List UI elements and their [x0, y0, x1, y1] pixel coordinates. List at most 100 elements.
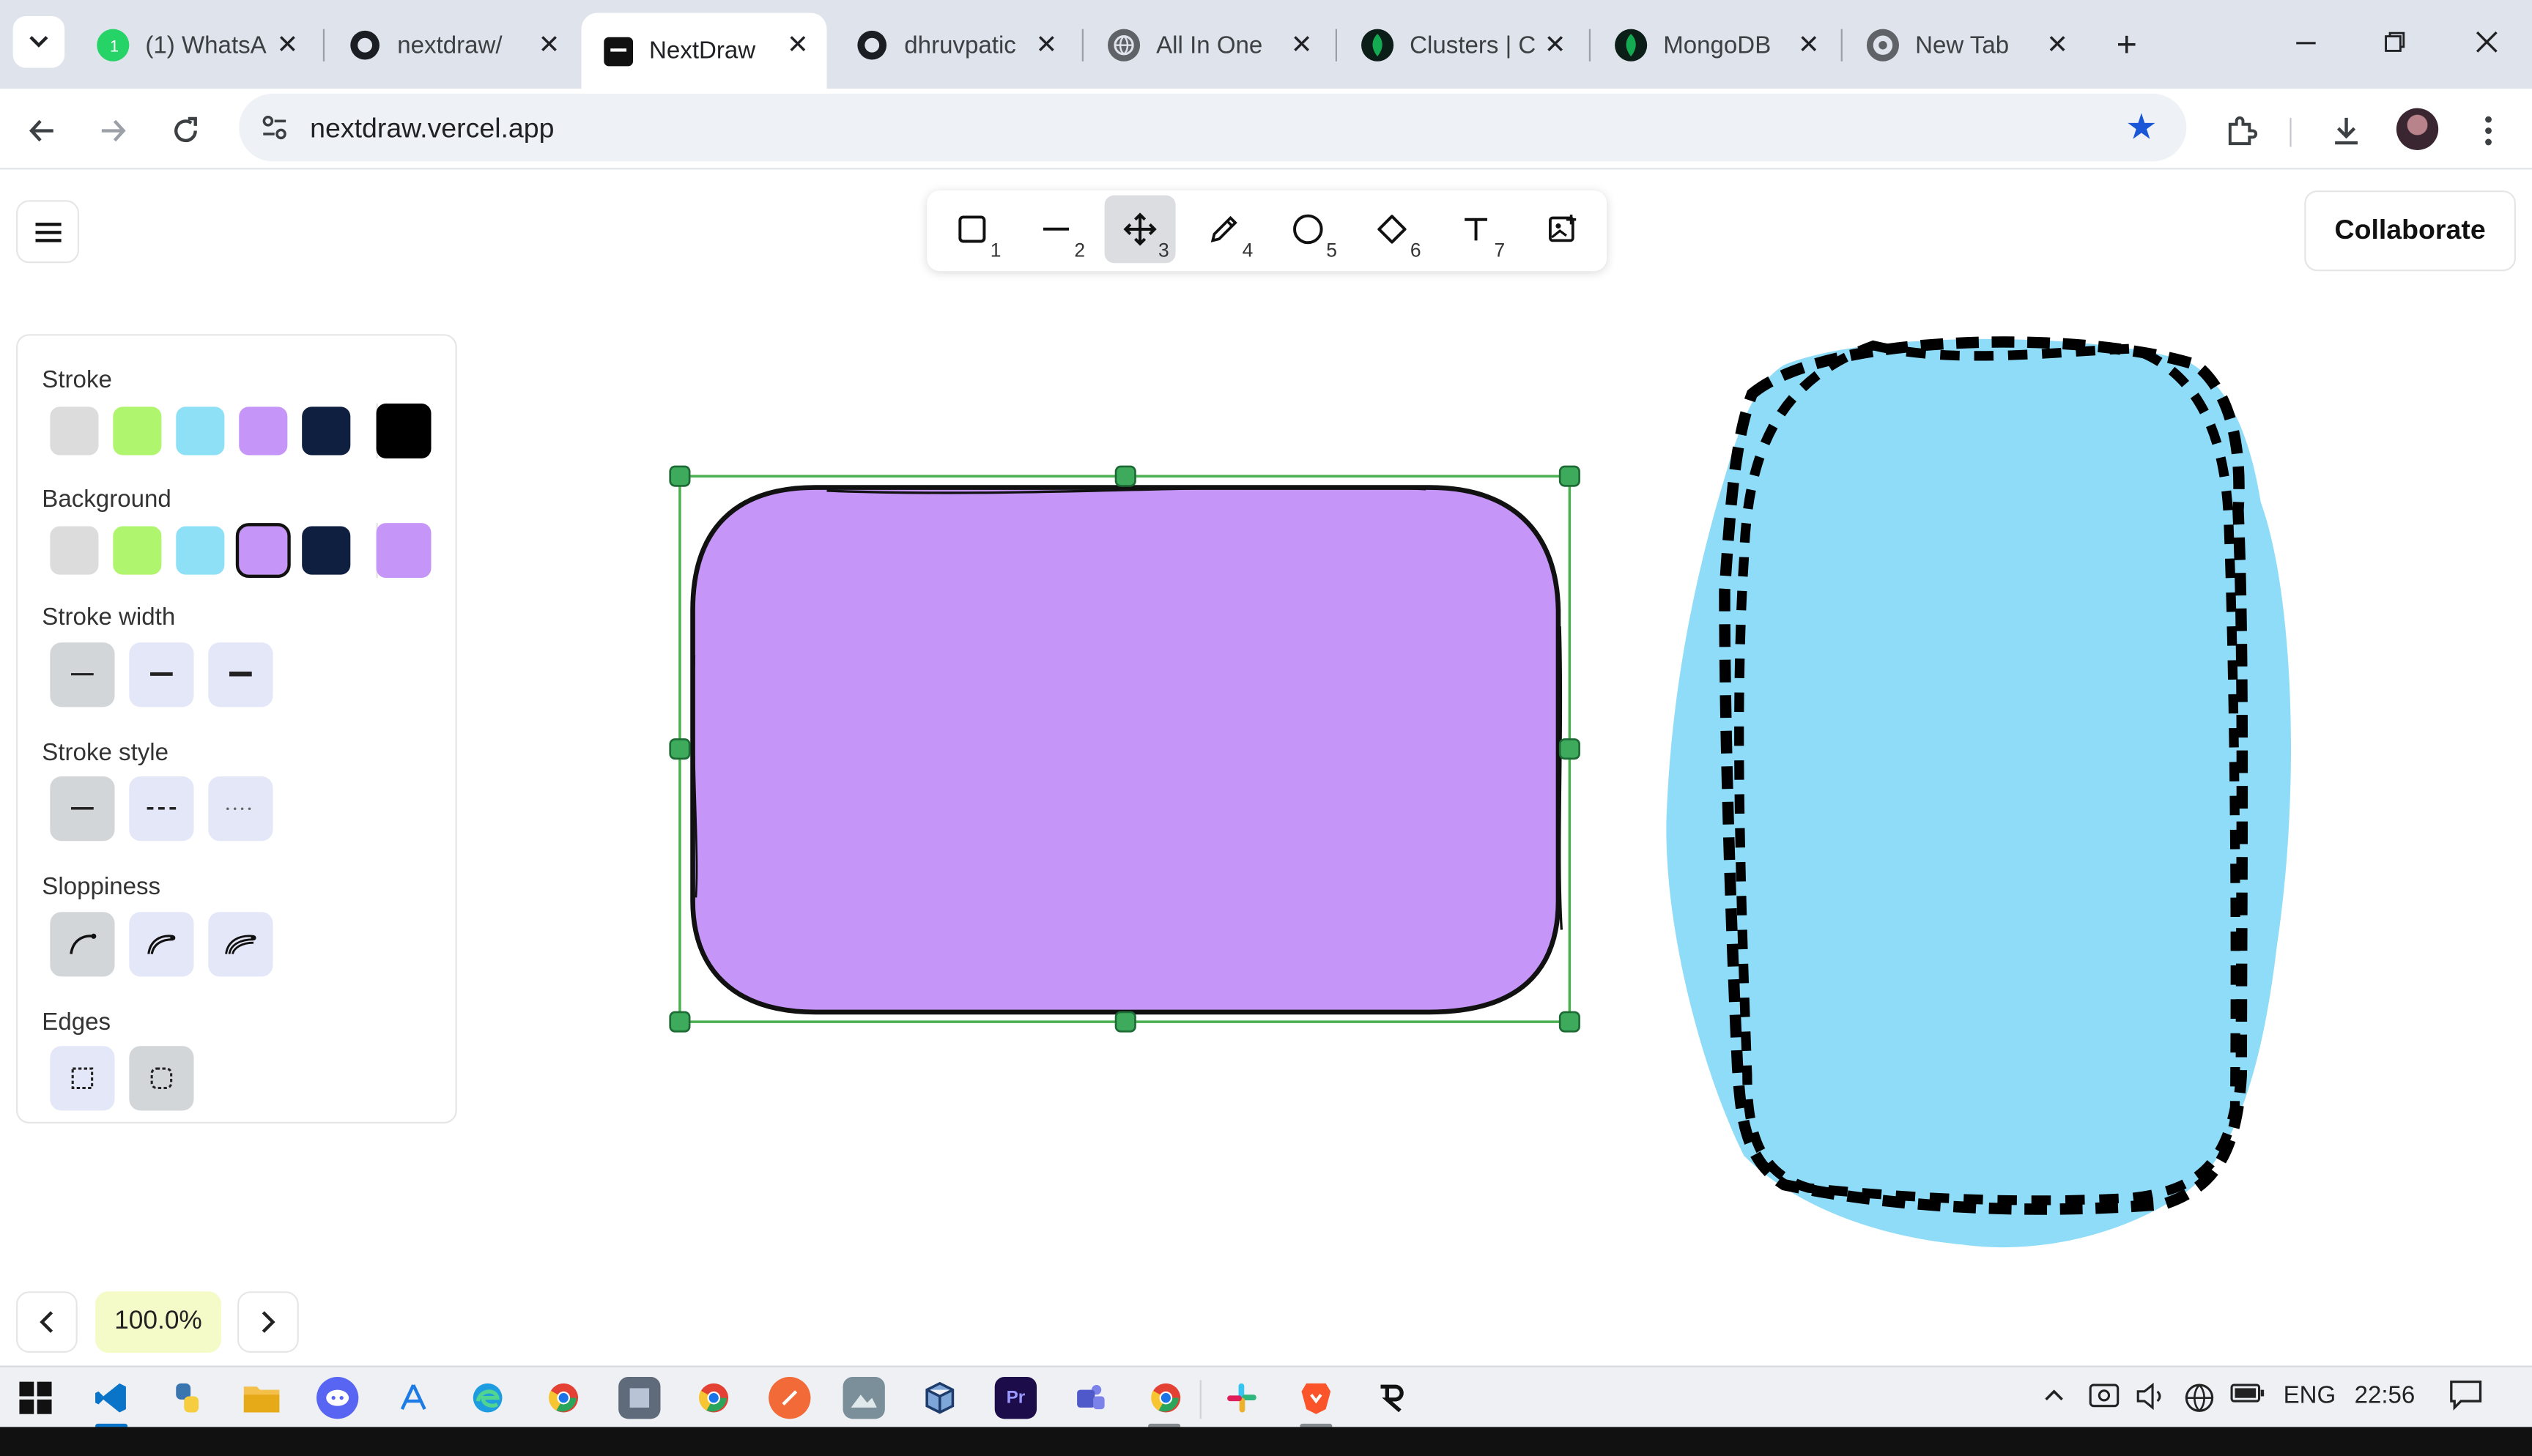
- windows-start-icon[interactable]: [15, 1377, 56, 1419]
- resize-handle-ne[interactable]: [1558, 465, 1580, 487]
- tool-pencil[interactable]: 4: [1188, 196, 1259, 264]
- replit-icon[interactable]: [1371, 1377, 1413, 1419]
- resize-handle-se[interactable]: [1558, 1011, 1580, 1033]
- restore-button[interactable]: [2359, 16, 2430, 68]
- zoom-level[interactable]: 100.0%: [95, 1291, 221, 1353]
- zoom-in-button[interactable]: [237, 1291, 299, 1353]
- tab-clusters[interactable]: Clusters | C ✕: [1339, 13, 1584, 78]
- edges-round[interactable]: [129, 1046, 194, 1111]
- background-color-swatch[interactable]: [302, 526, 351, 575]
- photos-icon[interactable]: [843, 1377, 885, 1419]
- battery-icon[interactable]: [2230, 1382, 2265, 1411]
- close-icon[interactable]: ✕: [2041, 29, 2073, 62]
- stroke-color-swatch[interactable]: [113, 406, 162, 456]
- sloppiness-architect[interactable]: [50, 912, 115, 977]
- tab-github-dhruvpatic[interactable]: dhruvpatic ✕: [833, 13, 1076, 78]
- stroke-color-swatch[interactable]: [50, 406, 99, 456]
- slack-icon[interactable]: [1221, 1377, 1262, 1419]
- url-text[interactable]: nextdraw.vercel.app: [310, 113, 554, 145]
- site-settings-icon[interactable]: [259, 111, 291, 144]
- browser-menu-button[interactable]: [2462, 105, 2514, 157]
- tray-overflow-icon[interactable]: [2043, 1382, 2065, 1409]
- discord-icon[interactable]: [316, 1377, 359, 1419]
- background-color-swatch[interactable]: [50, 526, 99, 575]
- resize-handle-sw[interactable]: [669, 1011, 691, 1033]
- chrome-icon[interactable]: [543, 1377, 585, 1419]
- background-color-swatch[interactable]: [235, 523, 291, 579]
- file-explorer-icon[interactable]: [240, 1377, 282, 1419]
- close-icon[interactable]: ✕: [782, 29, 814, 62]
- close-icon[interactable]: ✕: [1285, 29, 1317, 62]
- tab-nextdraw[interactable]: NextDraw ✕: [581, 12, 827, 89]
- tool-circle[interactable]: 5: [1273, 196, 1344, 264]
- minimize-button[interactable]: [2270, 16, 2342, 68]
- resize-handle-n[interactable]: [1114, 465, 1136, 487]
- tool-move[interactable]: 3: [1104, 195, 1176, 264]
- close-icon[interactable]: ✕: [533, 29, 565, 62]
- premiere-pro-icon[interactable]: Pr: [994, 1377, 1037, 1419]
- chrome-icon-2[interactable]: [693, 1377, 735, 1419]
- stroke-width-medium[interactable]: [129, 642, 194, 707]
- new-tab-button[interactable]: +: [2104, 23, 2150, 68]
- stroke-style-dotted[interactable]: [208, 776, 273, 842]
- tool-image[interactable]: [1528, 196, 1599, 264]
- tab-all-in-one[interactable]: All In One ✕: [1085, 13, 1330, 78]
- resize-handle-e[interactable]: [1558, 738, 1580, 760]
- blob-fill-shape[interactable]: [1666, 338, 2292, 1248]
- downloads-button[interactable]: [2320, 105, 2372, 157]
- stroke-width-thick[interactable]: [208, 642, 273, 707]
- main-menu-button[interactable]: [16, 200, 80, 264]
- edges-sharp[interactable]: [50, 1046, 115, 1111]
- volume-icon[interactable]: [2135, 1382, 2167, 1417]
- sloppiness-artist[interactable]: [129, 912, 194, 977]
- address-bar[interactable]: nextdraw.vercel.app ★: [239, 93, 2187, 162]
- tab-github-nextdraw[interactable]: nextdraw/ ✕: [326, 13, 578, 78]
- 3d-box-icon[interactable]: [919, 1377, 960, 1419]
- zoom-out-button[interactable]: [16, 1291, 78, 1353]
- tool-line[interactable]: 2: [1021, 196, 1092, 264]
- postman-icon[interactable]: [769, 1377, 811, 1419]
- back-button[interactable]: [16, 105, 68, 157]
- python-icon[interactable]: [166, 1377, 208, 1419]
- resize-handle-w[interactable]: [669, 738, 691, 760]
- stroke-style-dashed[interactable]: [129, 776, 194, 842]
- edge-icon[interactable]: [467, 1377, 508, 1419]
- brave-icon[interactable]: [1295, 1377, 1337, 1419]
- close-icon[interactable]: ✕: [1539, 29, 1572, 62]
- profile-avatar[interactable]: [2396, 108, 2439, 150]
- tool-text[interactable]: 7: [1440, 196, 1511, 264]
- stroke-style-solid[interactable]: [50, 776, 115, 842]
- app-store-icon[interactable]: [393, 1377, 434, 1419]
- bookmark-star-icon[interactable]: ★: [2125, 106, 2157, 148]
- background-color-swatch[interactable]: [176, 526, 225, 575]
- vscode-icon[interactable]: [90, 1377, 132, 1419]
- virtualbox-icon[interactable]: [618, 1377, 661, 1419]
- tool-diamond[interactable]: 6: [1356, 196, 1427, 264]
- close-icon[interactable]: ✕: [271, 29, 303, 62]
- sloppiness-cartoonist[interactable]: [208, 912, 273, 977]
- rectangle-shape[interactable]: [690, 485, 1561, 1015]
- stroke-color-swatch[interactable]: [239, 406, 288, 456]
- reload-button[interactable]: [160, 105, 212, 157]
- resize-handle-nw[interactable]: [669, 465, 691, 487]
- teams-icon[interactable]: [1069, 1377, 1111, 1419]
- network-globe-icon[interactable]: [2183, 1382, 2216, 1421]
- tab-mongodb[interactable]: MongoDB ✕: [1592, 13, 1837, 78]
- close-window-button[interactable]: [2451, 16, 2522, 68]
- tab-whatsapp[interactable]: 1 (1) WhatsA ✕: [74, 13, 316, 78]
- tool-rectangle[interactable]: 1: [936, 196, 1007, 264]
- forward-button[interactable]: [87, 105, 139, 157]
- collaborate-button[interactable]: Collaborate: [2304, 190, 2516, 272]
- chrome-active-icon[interactable]: [1145, 1377, 1187, 1419]
- close-icon[interactable]: ✕: [1030, 29, 1062, 62]
- tab-search-button[interactable]: [12, 16, 65, 68]
- close-icon[interactable]: ✕: [1793, 29, 1825, 62]
- stroke-color-swatch[interactable]: [176, 406, 225, 456]
- stroke-width-thin[interactable]: [50, 642, 115, 707]
- stroke-current-color[interactable]: [376, 404, 432, 458]
- clock-time[interactable]: 22:56: [2355, 1382, 2416, 1409]
- background-current-color[interactable]: [376, 523, 432, 579]
- stroke-color-swatch[interactable]: [302, 406, 351, 456]
- meet-now-icon[interactable]: [2088, 1382, 2120, 1417]
- input-language[interactable]: ENG: [2284, 1382, 2336, 1409]
